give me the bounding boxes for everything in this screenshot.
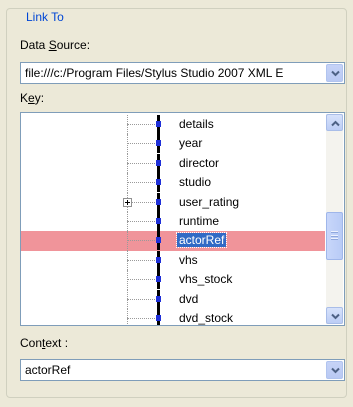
element-node-icon [156,153,161,173]
chevron-down-icon [331,70,340,77]
chevron-up-icon [331,120,340,127]
tree-item-label: vhs_stock [179,272,233,287]
tree-item-label: dvd [179,291,199,306]
data-source-combobox[interactable]: file:///c:/Program Files/Stylus Studio 2… [20,62,345,84]
tree-item-label: studio [179,175,212,190]
tree-item-dvd[interactable]: dvd [21,289,325,309]
tree-line [127,240,157,242]
tree-item-label: director [179,155,220,170]
element-node-icon [156,173,161,193]
scroll-down-button[interactable] [326,307,343,324]
chevron-down-icon [331,367,340,374]
element-node-icon [156,270,161,290]
tree-item-label: user_rating [179,194,240,209]
element-node-icon [156,308,161,325]
tree-line [127,162,157,164]
tree-line [127,220,157,222]
tree-item-label: runtime [179,213,220,228]
tree-item-vhs[interactable]: vhs [21,250,325,271]
tree-item-user-rating[interactable]: user_rating [21,192,325,212]
tree-item-runtime[interactable]: runtime [21,211,325,232]
tree-line [127,182,157,184]
element-node-icon [156,134,161,154]
tree-item-label: actorRef [175,232,228,249]
tree-line [127,124,157,125]
thumb-grip [331,234,338,237]
tree-item-label: details [179,117,214,131]
group-title: Link To [23,9,67,25]
thumb-grip [331,231,338,234]
element-node-icon [156,211,161,231]
tree-item-label: year [179,136,203,151]
tree-item-details[interactable]: details [21,115,325,135]
tree-item-label: dvd_stock [179,310,234,325]
expand-plus-icon[interactable] [123,197,132,207]
context-combobox[interactable]: actorRef [20,359,345,381]
chevron-down-icon [331,313,340,320]
element-node-icon [156,289,161,309]
context-dropdown-button[interactable] [326,361,343,379]
tree-item-actorRef[interactable]: actorRef [21,231,325,251]
data-source-label: Data Source: [20,38,91,52]
key-tree-rows: details year director studio user_ratingrunt… [21,115,325,325]
key-tree-scrollbar[interactable] [326,114,343,324]
key-label: Key: [20,91,45,105]
tree-line [127,259,157,261]
tree-item-director[interactable]: director [21,153,325,174]
element-node-icon [156,250,161,270]
element-node-icon [156,192,161,212]
scroll-thumb[interactable] [326,211,343,260]
tree-item-year[interactable]: year [21,134,325,154]
tree-item-studio[interactable]: studio [21,173,325,193]
context-value: actorRef [25,363,71,377]
key-tree[interactable]: details year director studio user_ratingrunt… [20,112,345,326]
tree-item-label: vhs [179,252,198,267]
element-node-icon [156,231,161,251]
tree-item-dvd-stock[interactable]: dvd_stock [21,308,325,325]
tree-line [127,317,157,319]
tree-line [127,279,157,281]
data-source-value: file:///c:/Program Files/Stylus Studio 2… [25,66,284,80]
context-label: Context : [20,336,69,350]
data-source-dropdown-button[interactable] [326,64,343,82]
thumb-grip [331,237,338,240]
tree-line [127,298,157,300]
tree-item-vhs-stock[interactable]: vhs_stock [21,270,325,290]
element-node-icon [156,115,161,134]
tree-line [127,143,157,145]
scroll-up-button[interactable] [326,114,343,131]
